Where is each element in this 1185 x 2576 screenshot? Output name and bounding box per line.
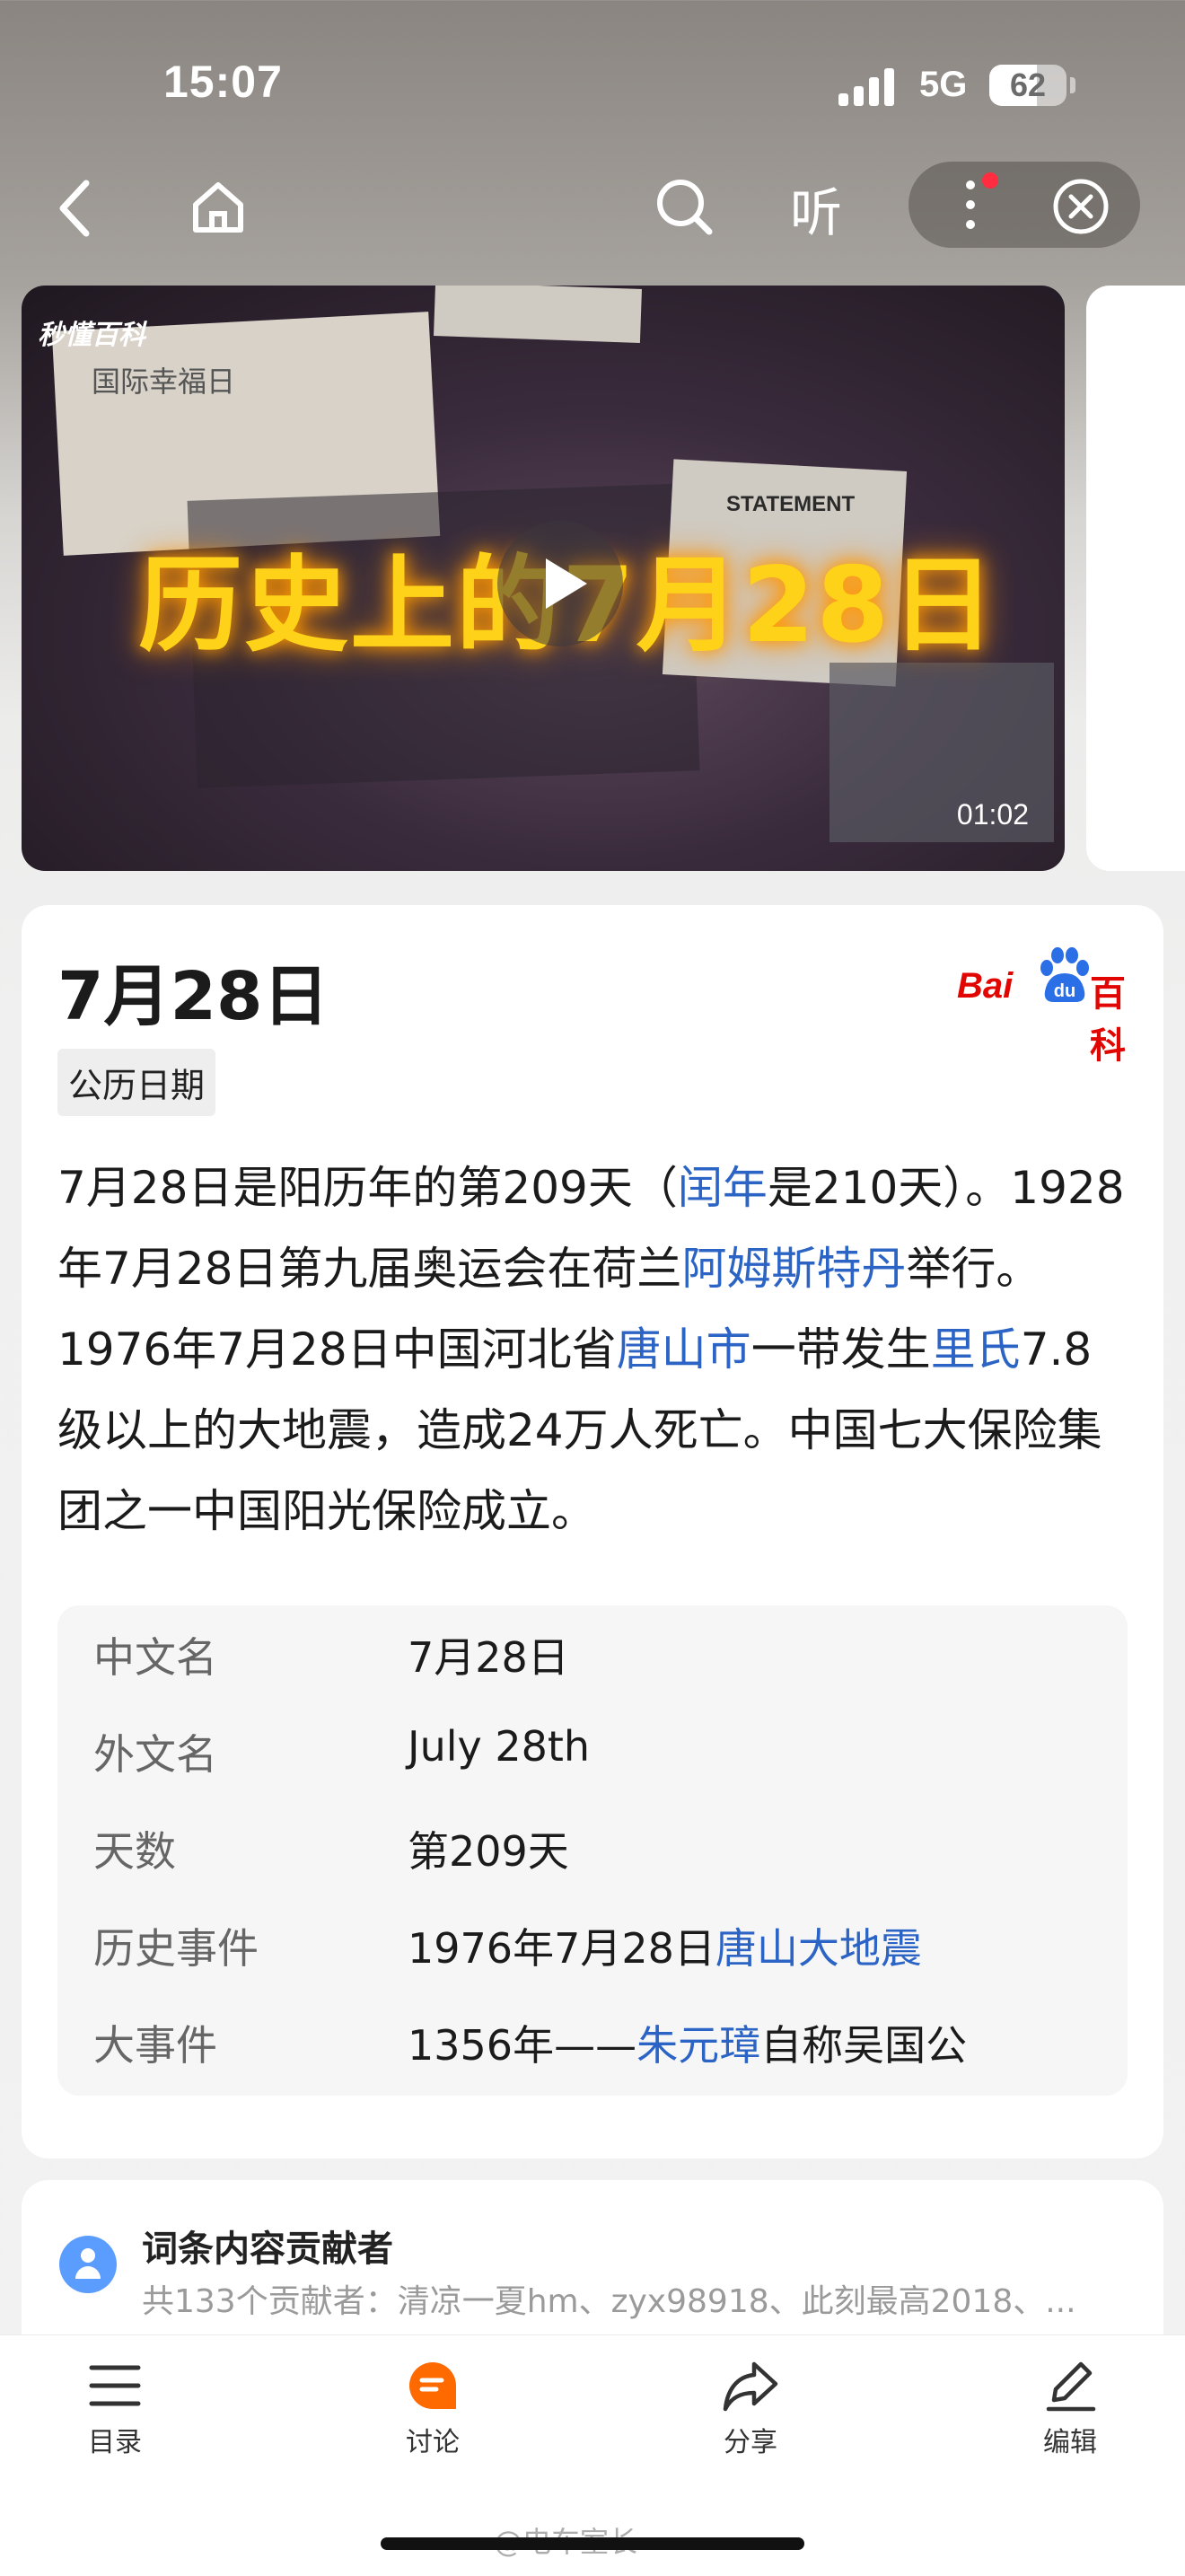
share-icon <box>723 2361 778 2412</box>
info-key: 外文名 <box>93 1730 217 1779</box>
home-icon[interactable] <box>189 178 248 241</box>
info-value-text: July 28th <box>408 1722 591 1771</box>
video-logo: 秒懂百科 <box>38 320 145 351</box>
info-value: 1976年7月28日唐山大地震 <box>408 1916 922 1975</box>
paw-icon: du <box>1040 947 1089 1002</box>
status-time: 15:07 <box>163 57 283 107</box>
close-icon[interactable] <box>1050 176 1111 241</box>
info-key: 天数 <box>93 1827 176 1876</box>
info-value-text: 1356年—— <box>408 2021 637 2070</box>
logo-du-text: du <box>1054 981 1075 1001</box>
contributors-title: 词条内容贡献者 <box>142 2229 393 2270</box>
home-indicator[interactable] <box>381 2537 804 2550</box>
list-icon <box>89 2365 141 2406</box>
info-value: 1356年——朱元璋自称吴国公 <box>408 2013 967 2072</box>
info-key: 大事件 <box>93 2021 217 2070</box>
info-box: 中文名 7月28日外文名 July 28th 天数 第209天历史事件 1976年7月28… <box>57 1605 1128 2096</box>
entry-card: 7月28日 Bai du 百科 公历日期 7月28日是阳历年的第209天（闰年是… <box>22 905 1163 2158</box>
tab-label: 讨论 <box>406 2427 460 2458</box>
tab-label: 目录 <box>88 2427 142 2458</box>
info-value: 7月28日 <box>408 1625 569 1684</box>
info-value-text: 自称吴国公 <box>760 2021 968 2070</box>
tab-share[interactable]: 分享 <box>688 2359 813 2459</box>
summary-text: 7月28日是阳历年的第209天（ <box>57 1162 678 1214</box>
tab-discuss[interactable]: 讨论 <box>370 2359 496 2459</box>
logo-text: 百科 <box>1090 973 1126 1067</box>
summary-link[interactable]: 阿姆斯特丹 <box>681 1243 906 1295</box>
info-value-link[interactable]: 朱元璋 <box>636 2021 760 2070</box>
next-media-card[interactable] <box>1086 286 1185 871</box>
summary-text: 一带发生 <box>750 1323 931 1376</box>
listen-button[interactable]: 听 <box>790 171 842 246</box>
info-value-link[interactable]: 唐山大地震 <box>715 1924 922 1973</box>
logo-text: Bai <box>957 966 1014 1006</box>
summary-link[interactable]: 唐山市 <box>617 1323 751 1376</box>
more-icon[interactable] <box>957 178 984 237</box>
video-player[interactable]: 国际幸福日 STATEMENT 秒懂百科 历史上的7月28日 01:02 <box>22 286 1065 871</box>
info-value: July 28th <box>408 1722 590 1771</box>
search-icon[interactable] <box>654 176 716 242</box>
signal-icon <box>838 68 896 106</box>
play-icon[interactable] <box>497 521 623 646</box>
info-value-text: 第209天 <box>408 1827 569 1876</box>
tab-edit[interactable]: 编辑 <box>1007 2359 1133 2459</box>
tab-label: 编辑 <box>1043 2427 1097 2458</box>
battery-icon: 62 <box>989 65 1066 106</box>
entry-summary: 7月28日是阳历年的第209天（闰年是210天）。1928年7月28日第九届奥运… <box>57 1147 1135 1552</box>
info-value-text: 1976年7月28日 <box>408 1924 715 1973</box>
discuss-icon <box>409 2362 456 2409</box>
tab-contents[interactable]: 目录 <box>52 2359 178 2459</box>
edit-icon <box>1046 2361 1096 2412</box>
info-value-text: 7月28日 <box>408 1633 569 1682</box>
tab-label: 分享 <box>724 2427 777 2458</box>
video-paper-heading: 国际幸福日 <box>92 365 236 399</box>
info-key: 历史事件 <box>93 1924 259 1973</box>
info-value: 第209天 <box>408 1819 569 1878</box>
contributor-icon <box>59 2236 117 2293</box>
video-duration: 01:02 <box>956 798 1029 831</box>
notification-dot <box>982 172 998 189</box>
info-key: 中文名 <box>93 1633 217 1682</box>
summary-link[interactable]: 里氏 <box>931 1323 1021 1376</box>
contributors-summary: 共133个贡献者：清凉一夏hm、zyx98918、此刻最高2018、... <box>142 2283 1076 2320</box>
video-backdrop <box>434 286 642 343</box>
summary-link[interactable]: 闰年 <box>678 1162 768 1214</box>
battery-tip <box>1070 77 1075 93</box>
battery-level: 62 <box>1009 66 1047 103</box>
back-icon[interactable] <box>56 178 95 242</box>
category-tag[interactable]: 公历日期 <box>57 1049 216 1116</box>
video-statement-text: STATEMENT <box>726 492 856 516</box>
page-title: 7月28日 <box>57 958 329 1035</box>
network-type: 5G <box>919 65 968 104</box>
baidu-baike-logo: Bai du 百科 <box>957 946 1154 1067</box>
